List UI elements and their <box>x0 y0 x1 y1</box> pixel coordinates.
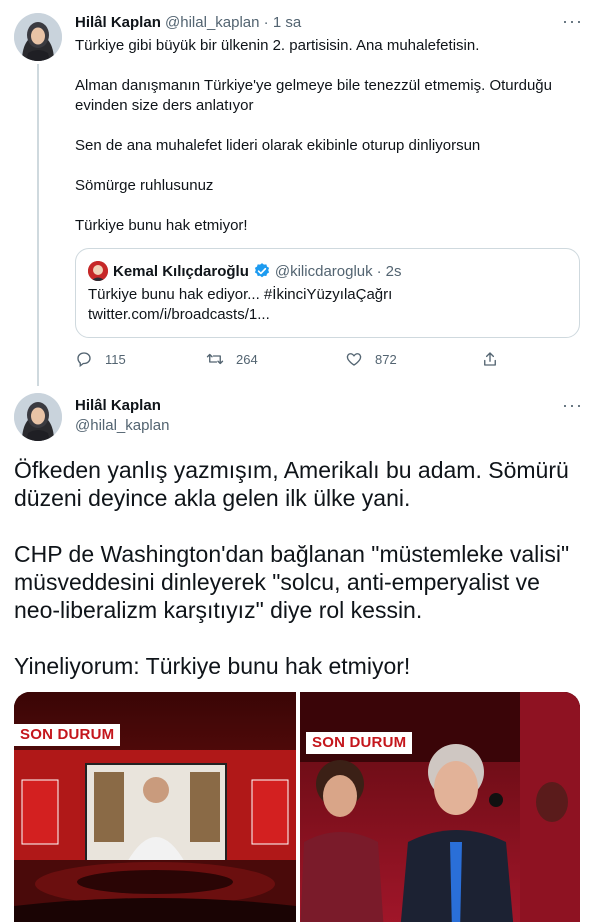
tweet-header: Hilâl Kaplan @hilal_kaplan · 1 sa <box>75 13 301 33</box>
quoted-text-line: Türkiye bunu hak ediyor... #İkinciYüzyıl… <box>88 286 393 303</box>
retweet-icon <box>206 353 224 365</box>
quoted-tweet[interactable]: Kemal Kılıçdaroğlu @kilicdarogluk · 2s T… <box>75 248 580 338</box>
like-count: 872 <box>375 351 397 367</box>
like-icon <box>346 353 362 366</box>
tweet-actions: 115 264 872 <box>75 350 505 372</box>
tweet-paragraph: Türkiye gibi büyük bir ülkenin 2. partis… <box>75 37 480 54</box>
verified-icon <box>254 263 269 278</box>
media-image-studio[interactable]: SON DURUM <box>14 692 296 922</box>
quoted-link[interactable]: twitter.com/i/broadcasts/1... <box>88 305 567 325</box>
author-name[interactable]: Hilâl Kaplan <box>75 14 161 31</box>
reply-count: 115 <box>105 351 126 367</box>
author-name[interactable]: Hilâl Kaplan <box>75 396 161 416</box>
avatar[interactable] <box>14 13 62 61</box>
thread-connector-line <box>37 64 39 386</box>
more-icon[interactable]: ··· <box>562 396 583 414</box>
quoted-author-name: Kemal Kılıçdaroğlu <box>113 262 249 280</box>
share-icon <box>484 352 496 366</box>
tweet-paragraph: Öfkeden yanlış yazmışım, Amerikalı bu ad… <box>14 457 569 511</box>
reply-button[interactable]: 115 <box>75 350 126 368</box>
tweet-paragraph: Türkiye bunu hak etmiyor! <box>75 217 248 234</box>
more-icon[interactable]: ··· <box>562 12 583 30</box>
share-button[interactable] <box>481 350 499 368</box>
quoted-tweet-text: Türkiye bunu hak ediyor... #İkinciYüzyıl… <box>88 285 567 325</box>
news-banner: SON DURUM <box>306 732 413 754</box>
quoted-avatar <box>88 261 108 281</box>
tweet-paragraph: Sömürge ruhlusunuz <box>75 177 214 194</box>
retweet-count: 264 <box>236 351 258 367</box>
news-banner: SON DURUM <box>14 724 121 746</box>
tweet-paragraph: Yineliyorum: Türkiye bunu hak etmiyor! <box>14 653 411 679</box>
tweet-paragraph: Sen de ana muhalefet lideri olarak ekibi… <box>75 137 481 154</box>
tweet-paragraph: CHP de Washington'dan bağlanan "müstemle… <box>14 541 570 623</box>
separator: · <box>376 262 382 280</box>
tweet-text: Türkiye gibi büyük bir ülkenin 2. partis… <box>75 36 575 256</box>
tweet-media[interactable]: SON DURUM SON DURUM <box>14 692 580 922</box>
tweet-time[interactable]: 1 sa <box>273 14 301 31</box>
reply-icon <box>77 352 91 368</box>
author-handle[interactable]: @hilal_kaplan <box>165 14 259 31</box>
quoted-author-handle: @kilicdarogluk <box>274 262 373 280</box>
like-button[interactable]: 872 <box>345 350 397 368</box>
tweet-text: Öfkeden yanlış yazmışım, Amerikalı bu ad… <box>14 456 584 708</box>
quoted-tweet-time: 2s <box>385 262 402 280</box>
separator: · <box>263 14 269 31</box>
avatar[interactable] <box>14 393 62 441</box>
media-image-audience[interactable]: SON DURUM <box>300 692 580 922</box>
tweet-paragraph: Alman danışmanın Türkiye'ye gelmeye bile… <box>75 77 552 114</box>
retweet-button[interactable]: 264 <box>206 350 258 368</box>
author-handle[interactable]: @hilal_kaplan <box>75 416 169 436</box>
